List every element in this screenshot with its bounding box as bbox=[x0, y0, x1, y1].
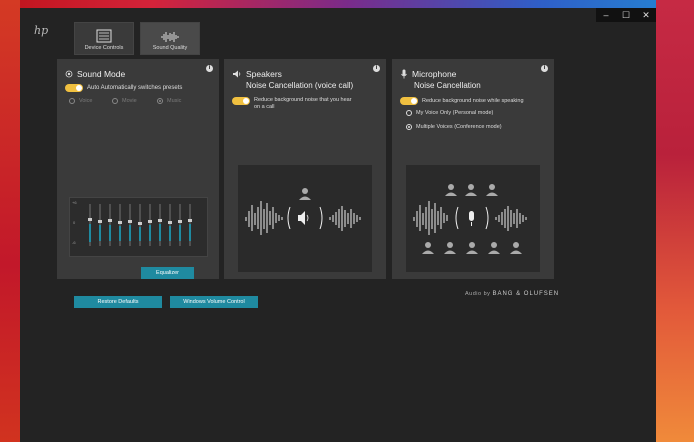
microphone-panel: i Microphone Noise Cancellation Reduce b… bbox=[392, 59, 554, 279]
speakers-toggle-text: Reduce background noise that you hear on… bbox=[254, 97, 352, 111]
desktop-wallpaper-left bbox=[0, 0, 20, 442]
microphone-icon bbox=[401, 69, 407, 79]
microphone-visualization bbox=[406, 165, 540, 272]
radio-movie-circle[interactable] bbox=[112, 98, 118, 104]
info-icon[interactable]: i bbox=[541, 65, 548, 72]
device-controls-icon bbox=[96, 29, 112, 43]
speakers-toggle-text-line2: on a call bbox=[254, 104, 275, 110]
radio-conference-mode[interactable]: Multiple Voices (Conference mode) bbox=[406, 124, 502, 130]
tab-device-controls-label: Device Controls bbox=[84, 45, 124, 51]
sound-mode-title: Sound Mode bbox=[65, 69, 125, 79]
microphone-subtitle: Noise Cancellation bbox=[414, 81, 481, 90]
people-icons-bottom bbox=[422, 242, 522, 254]
noisy-waveform bbox=[245, 201, 283, 235]
radio-music-circle[interactable] bbox=[157, 98, 163, 104]
app-window: – ☐ ✕ hp Device Controls Sound Quality i… bbox=[20, 8, 656, 442]
audio-by-label: Audio by bbox=[465, 291, 491, 297]
people-icons-top bbox=[445, 184, 498, 196]
speakers-title-text: Speakers bbox=[246, 69, 282, 79]
speakers-toggle-text-line1: Reduce background noise that you hear bbox=[254, 97, 352, 103]
speakers-toggle-row: Reduce background noise that you hear on… bbox=[232, 97, 352, 111]
radio-personal-mode[interactable]: My Voice Only (Personal mode) bbox=[406, 110, 493, 116]
radio-personal-label: My Voice Only (Personal mode) bbox=[416, 110, 494, 116]
noisy-waveform bbox=[413, 201, 448, 235]
bang-olufsen-branding: Audio by BANG & OLUFSEN bbox=[465, 291, 559, 297]
clean-waveform bbox=[495, 206, 527, 231]
radio-personal-circle[interactable] bbox=[406, 110, 412, 116]
clean-waveform bbox=[329, 206, 361, 231]
mic-center-icon bbox=[455, 206, 489, 230]
maximize-button[interactable]: ☐ bbox=[616, 8, 636, 22]
eq-tick-top: +6 bbox=[72, 200, 77, 205]
close-button[interactable]: ✕ bbox=[636, 8, 656, 22]
radio-conference-label: Multiple Voices (Conference mode) bbox=[416, 124, 502, 130]
radio-voice-label: Voice bbox=[79, 98, 93, 104]
window-controls: – ☐ ✕ bbox=[596, 8, 656, 22]
microphone-toggle-text: Reduce background noise while speaking bbox=[422, 98, 524, 104]
tab-sound-quality[interactable]: Sound Quality bbox=[140, 22, 200, 55]
info-icon[interactable]: i bbox=[206, 65, 213, 72]
speakers-title: Speakers bbox=[232, 69, 282, 79]
sound-mode-title-text: Sound Mode bbox=[77, 69, 126, 79]
eq-tick-bottom: -6 bbox=[72, 240, 76, 245]
speaker-center-icon bbox=[287, 206, 323, 230]
auto-row: Auto Automatically switches presets bbox=[65, 84, 182, 92]
radio-voice-circle[interactable] bbox=[69, 98, 75, 104]
desktop-wallpaper-right bbox=[656, 0, 694, 442]
equalizer-preview: +6 0 -6 bbox=[69, 197, 208, 257]
radio-music[interactable]: Music bbox=[157, 98, 181, 104]
info-icon[interactable]: i bbox=[373, 65, 380, 72]
hp-logo: hp bbox=[34, 24, 49, 37]
restore-defaults-button[interactable]: Restore Defaults bbox=[74, 296, 162, 308]
microphone-nc-toggle[interactable] bbox=[400, 97, 418, 105]
speakers-panel: i Speakers Noise Cancellation (voice cal… bbox=[224, 59, 386, 279]
radio-voice[interactable]: Voice bbox=[69, 98, 92, 104]
radio-music-label: Music bbox=[167, 98, 182, 104]
auto-label: Auto Automatically switches presets bbox=[87, 85, 183, 91]
equalizer-bars bbox=[88, 204, 192, 246]
sound-wave-icon bbox=[161, 32, 179, 42]
tab-sound-quality-label: Sound Quality bbox=[152, 45, 188, 51]
windows-volume-control-button[interactable]: Windows Volume Control bbox=[170, 296, 258, 308]
auto-toggle[interactable] bbox=[65, 84, 83, 92]
microphone-toggle-row: Reduce background noise while speaking bbox=[400, 97, 524, 105]
microphone-title-text: Microphone bbox=[412, 69, 457, 79]
minimize-button[interactable]: – bbox=[596, 8, 616, 22]
speaker-icon bbox=[233, 70, 241, 78]
sound-mode-icon bbox=[65, 70, 73, 78]
microphone-title: Microphone bbox=[400, 69, 456, 79]
equalizer-button[interactable]: Equalizer bbox=[141, 267, 194, 279]
radio-movie[interactable]: Movie bbox=[112, 98, 137, 104]
sound-mode-panel: i Sound Mode Auto Automatically switches… bbox=[57, 59, 219, 279]
speakers-visualization bbox=[238, 165, 372, 272]
radio-movie-label: Movie bbox=[122, 98, 137, 104]
top-navigation: Device Controls Sound Quality bbox=[74, 22, 200, 55]
radio-conference-circle[interactable] bbox=[406, 124, 412, 130]
speakers-nc-toggle[interactable] bbox=[232, 97, 250, 105]
person-icon bbox=[299, 188, 311, 200]
eq-tick-mid: 0 bbox=[73, 220, 76, 225]
tab-device-controls[interactable]: Device Controls bbox=[74, 22, 134, 55]
brand-name: BANG & OLUFSEN bbox=[492, 291, 560, 297]
speakers-subtitle: Noise Cancellation (voice call) bbox=[246, 81, 354, 90]
